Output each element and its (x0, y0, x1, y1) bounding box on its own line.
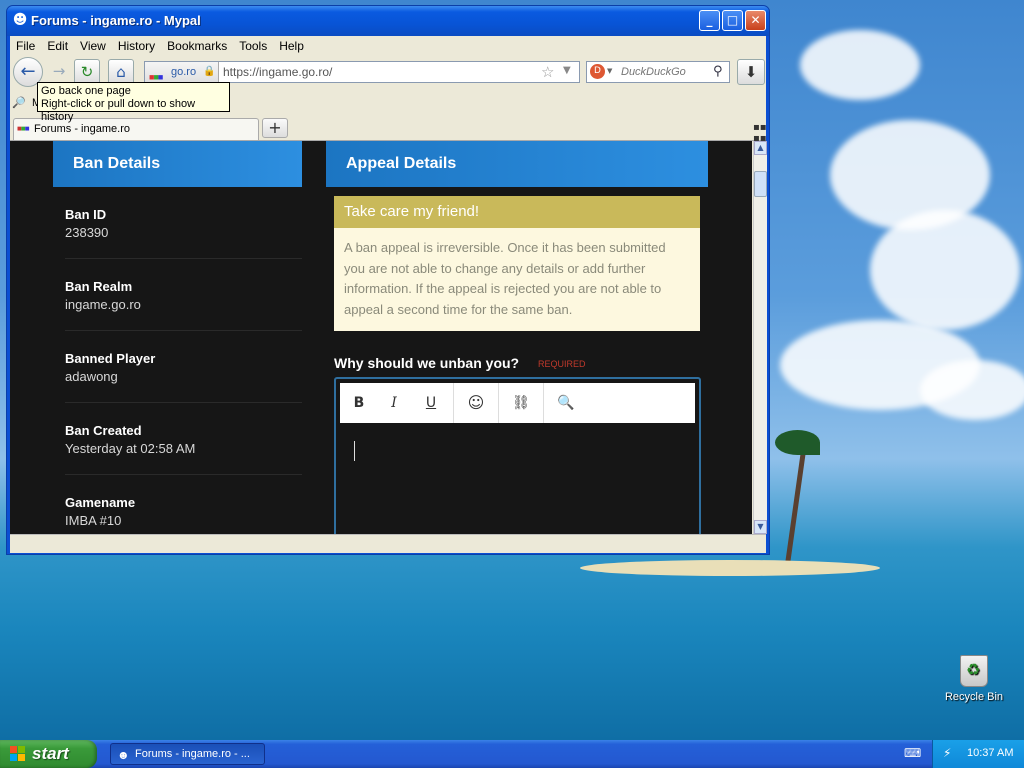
back-arrow-icon: ← (20, 61, 36, 82)
detail-value: 238390 (65, 225, 109, 240)
scroll-thumb[interactable] (754, 171, 767, 197)
taskbar: start ☻ Forums - ingame.ro - ... ⌨ ⚡ 10:… (0, 740, 1024, 768)
tab-favicon-icon: ■■■ (17, 124, 29, 133)
detail-value: adawong (65, 369, 118, 384)
tooltip-line: Go back one page (41, 85, 131, 97)
detail-label: Ban Realm (65, 279, 133, 294)
detail-value: Yesterday at 02:58 AM (65, 441, 196, 456)
detail-ban-realm: Ban Realm ingame.go.ro (65, 259, 302, 331)
site-identity-button[interactable]: ■■■ go.ro 🔒 (145, 62, 219, 82)
detail-gamename: Gamename IMBA #10 (65, 475, 302, 534)
detail-banned-player: Banned Player adawong (65, 331, 302, 403)
taskbar-window-button[interactable]: ☻ Forums - ingame.ro - ... (110, 743, 265, 765)
web-content: Ban Details Appeal Details Ban ID 238390… (10, 141, 752, 534)
menu-file[interactable]: File (10, 36, 41, 53)
editor-toolbar: B I U ☺ ⛓ 🔍 (340, 383, 695, 423)
recycle-bin-icon (960, 655, 988, 687)
detail-label: Ban Created (65, 423, 142, 438)
plus-icon: + (268, 118, 282, 137)
detail-ban-created: Ban Created Yesterday at 02:58 AM (65, 403, 302, 475)
detail-label: Gamename (65, 495, 136, 510)
detail-label: Ban ID (65, 207, 107, 222)
windows-logo-icon (10, 746, 25, 761)
menu-bookmarks[interactable]: Bookmarks (161, 36, 233, 53)
ban-details-header: Ban Details (53, 141, 302, 187)
duckduckgo-icon[interactable]: D (590, 64, 605, 79)
text-caret (354, 441, 355, 461)
scroll-up-arrow-icon[interactable]: ▲ (754, 141, 767, 155)
browser-app-icon: ☻ (117, 748, 130, 762)
search-engine-dropdown-icon[interactable]: ▼ (607, 67, 612, 75)
url-bar[interactable]: ■■■ go.ro 🔒 ☆ ▼ (144, 61, 580, 83)
island (580, 560, 880, 576)
notice-body: A ban appeal is irreversible. Once it ha… (334, 228, 700, 331)
site-identity-label: go.ro (171, 66, 197, 78)
status-bar (10, 534, 766, 553)
recycle-bin[interactable]: Recycle Bin (944, 655, 1004, 703)
bookmark-search-icon[interactable]: 🔎 (12, 96, 26, 109)
url-input[interactable] (223, 64, 543, 80)
start-label: start (32, 744, 69, 763)
start-button[interactable]: start (0, 740, 97, 768)
scroll-down-arrow-icon[interactable]: ▼ (754, 520, 767, 534)
new-tab-button[interactable]: + (262, 118, 288, 138)
download-arrow-icon: ⬇ (744, 63, 758, 81)
clock[interactable]: 10:37 AM (967, 747, 1013, 759)
keyboard-icon[interactable]: ⌨ (904, 746, 921, 760)
lock-icon: 🔒 (203, 66, 216, 77)
network-icon[interactable]: ⚡ (943, 746, 951, 760)
recycle-bin-label: Recycle Bin (944, 691, 1004, 703)
forward-arrow-icon: → (52, 62, 66, 80)
bookmark-star-icon[interactable]: ☆ (541, 63, 554, 81)
menu-tools[interactable]: Tools (233, 36, 273, 53)
search-bar[interactable]: D ▼ ⚲ (586, 61, 730, 83)
appeal-details-header: Appeal Details (326, 141, 708, 187)
italic-button[interactable]: I (376, 383, 412, 423)
smiley-icon[interactable]: ☺ (458, 383, 494, 423)
minimize-button[interactable]: _ (699, 10, 720, 31)
search-magnifier-icon[interactable]: ⚲ (713, 64, 723, 79)
preview-icon[interactable]: 🔍 (548, 383, 584, 423)
reload-icon: ↻ (80, 63, 94, 81)
unban-reason-editor[interactable]: B I U ☺ ⛓ 🔍 (334, 377, 701, 534)
close-button[interactable]: ✕ (745, 10, 766, 31)
window-title: Forums - ingame.ro - Mypal (31, 13, 201, 28)
maximize-button[interactable]: □ (722, 10, 743, 31)
required-badge: REQUIRED (538, 359, 586, 369)
title-bar[interactable]: ☻ Forums - ingame.ro - Mypal _ □ ✕ (7, 6, 769, 36)
search-input[interactable] (621, 64, 709, 80)
link-icon[interactable]: ⛓ (503, 383, 539, 423)
downloads-button[interactable]: ⬇ (737, 59, 765, 85)
unban-reason-label: Why should we unban you? (334, 355, 520, 371)
menu-bar: File Edit View History Bookmarks Tools Help (10, 36, 766, 56)
browser-app-icon: ☻ (12, 12, 28, 28)
tooltip-line: Right-click or pull down to show history (41, 98, 196, 123)
vertical-scrollbar[interactable]: ▲ ▼ (753, 141, 767, 534)
appeal-warning-notice: Take care my friend! A ban appeal is irr… (334, 196, 700, 331)
underline-button[interactable]: U (413, 383, 449, 423)
back-button-tooltip: Go back one page Right-click or pull dow… (37, 82, 230, 123)
system-tray: ⚡ 10:37 AM (932, 740, 1024, 768)
bold-button[interactable]: B (341, 383, 377, 423)
notice-title: Take care my friend! (334, 196, 700, 228)
menu-history[interactable]: History (112, 36, 161, 53)
taskbar-window-label: Forums - ingame.ro - ... (135, 748, 250, 760)
detail-ban-id: Ban ID 238390 (65, 187, 302, 259)
menu-edit[interactable]: Edit (41, 36, 74, 53)
url-history-dropdown-icon[interactable]: ▼ (563, 65, 571, 76)
menu-view[interactable]: View (74, 36, 112, 53)
home-icon: ⌂ (116, 63, 126, 81)
menu-help[interactable]: Help (273, 36, 310, 53)
detail-value: IMBA #10 (65, 513, 122, 528)
detail-value: ingame.go.ro (65, 297, 141, 312)
detail-label: Banned Player (65, 351, 156, 366)
